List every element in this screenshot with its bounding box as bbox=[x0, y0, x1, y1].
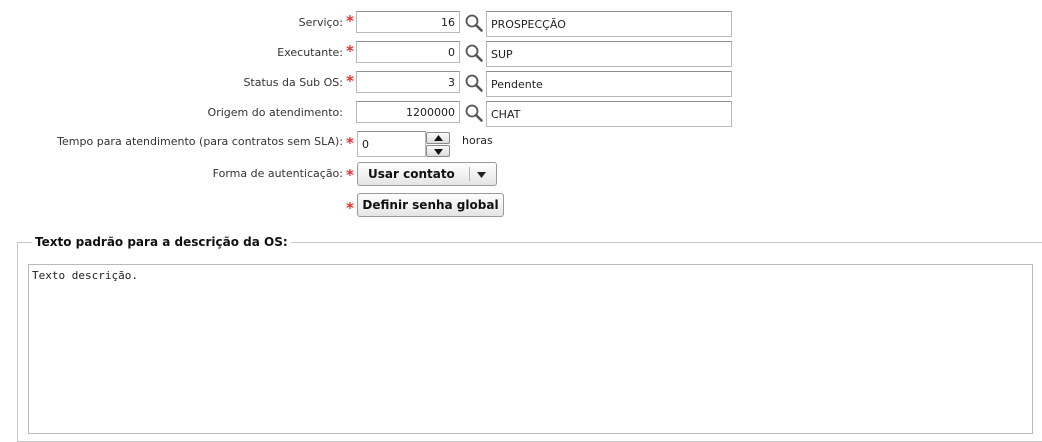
executante-description-input[interactable]: SUP bbox=[486, 41, 732, 67]
tempo-input[interactable]: 0 bbox=[357, 131, 426, 157]
magnifier-icon[interactable] bbox=[464, 13, 484, 33]
tempo-unit: horas bbox=[462, 134, 493, 147]
servico-code-input[interactable]: 16 bbox=[356, 11, 460, 33]
required-mark: * bbox=[346, 72, 354, 90]
magnifier-icon[interactable] bbox=[464, 43, 484, 63]
field-executante: Executante: * 0 SUP bbox=[0, 41, 1042, 67]
field-label: Forma de autenticação: bbox=[212, 167, 343, 180]
origem-description-input[interactable]: CHAT bbox=[486, 101, 732, 127]
definir-senha-global-button[interactable]: Definir senha global bbox=[357, 193, 504, 217]
field-label: Origem do atendimento: bbox=[207, 106, 343, 119]
required-mark: * bbox=[346, 134, 354, 152]
triangle-down-icon bbox=[477, 172, 486, 178]
descricao-legend: Texto padrão para a descrição da OS: bbox=[32, 235, 291, 249]
forma-autenticacao-dropdown[interactable]: Usar contato bbox=[357, 162, 497, 186]
servico-description-input[interactable]: PROSPECÇÃO bbox=[486, 11, 732, 37]
field-status-sub-os: Status da Sub OS: * 3 Pendente bbox=[0, 71, 1042, 97]
required-mark: * bbox=[346, 42, 354, 60]
spin-down-button[interactable] bbox=[426, 145, 450, 157]
field-tempo-atendimento: Tempo para atendimento (para contratos s… bbox=[0, 131, 1042, 157]
executante-code-input[interactable]: 0 bbox=[356, 41, 460, 63]
field-label: Status da Sub OS: bbox=[243, 76, 343, 89]
dropdown-divider bbox=[469, 167, 470, 181]
field-origem-atendimento: Origem do atendimento: 1200000 CHAT bbox=[0, 101, 1042, 127]
magnifier-icon[interactable] bbox=[464, 73, 484, 93]
required-mark: * bbox=[346, 199, 354, 217]
status-code-input[interactable]: 3 bbox=[356, 71, 460, 93]
spin-up-button[interactable] bbox=[426, 132, 450, 144]
forma-autenticacao-selected: Usar contato bbox=[368, 167, 455, 181]
field-servico: Serviço: * 16 PROSPECÇÃO bbox=[0, 11, 1042, 37]
required-mark: * bbox=[346, 166, 354, 184]
required-mark: * bbox=[346, 12, 354, 30]
field-label: Serviço: bbox=[298, 16, 343, 29]
status-description-input[interactable]: Pendente bbox=[486, 71, 732, 97]
field-label: Executante: bbox=[277, 46, 343, 59]
field-label: Tempo para atendimento (para contratos s… bbox=[57, 135, 343, 148]
descricao-textarea[interactable]: Texto descrição. bbox=[28, 264, 1033, 434]
tempo-stepper bbox=[426, 131, 452, 157]
field-forma-autenticacao: Forma de autenticação: * Usar contato bbox=[0, 162, 1042, 188]
arrow-up-icon bbox=[434, 135, 443, 141]
origem-code-input[interactable]: 1200000 bbox=[356, 101, 460, 123]
arrow-down-icon bbox=[434, 149, 443, 155]
magnifier-icon[interactable] bbox=[464, 103, 484, 123]
field-senha-global: * Definir senha global bbox=[0, 193, 1042, 219]
